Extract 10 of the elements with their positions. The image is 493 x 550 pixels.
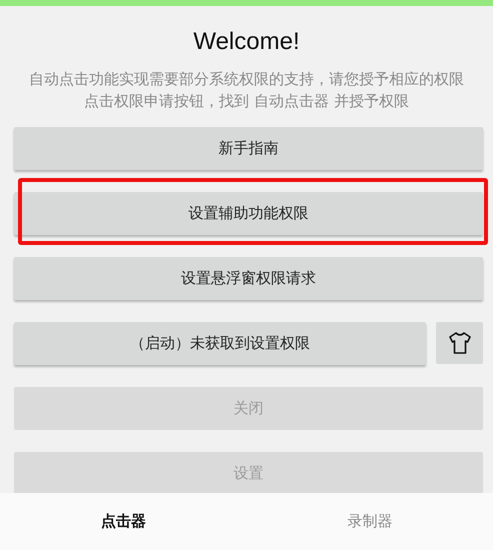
shirt-button[interactable] bbox=[436, 322, 483, 364]
permission-button[interactable]: （启动）未获取到设置权限 bbox=[14, 322, 426, 365]
intro-text: 点击权限申请按钮，找到 自动点击器 并授予权限 bbox=[83, 91, 410, 112]
permission-button[interactable]: 新手指南 bbox=[14, 127, 483, 170]
intro-text: 自动点击功能实现需要部分系统权限的支持，请您授予相应的权限 bbox=[28, 69, 465, 90]
tab[interactable]: 点击器 bbox=[100, 512, 146, 531]
permission-button[interactable]: 设置悬浮窗权限请求 bbox=[14, 257, 483, 300]
welcome-title: Welcome! bbox=[192, 28, 301, 56]
shirt-icon bbox=[448, 332, 472, 354]
permission-button[interactable]: 设置辅助功能权限 bbox=[14, 192, 483, 235]
